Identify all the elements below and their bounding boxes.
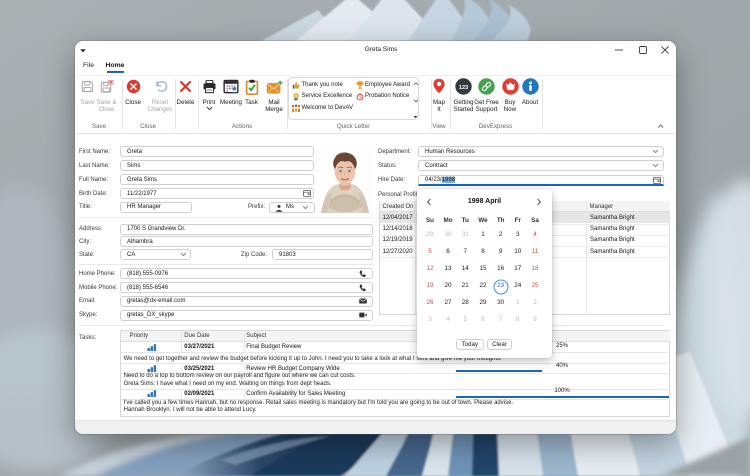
svg-text:123: 123 bbox=[459, 85, 468, 91]
